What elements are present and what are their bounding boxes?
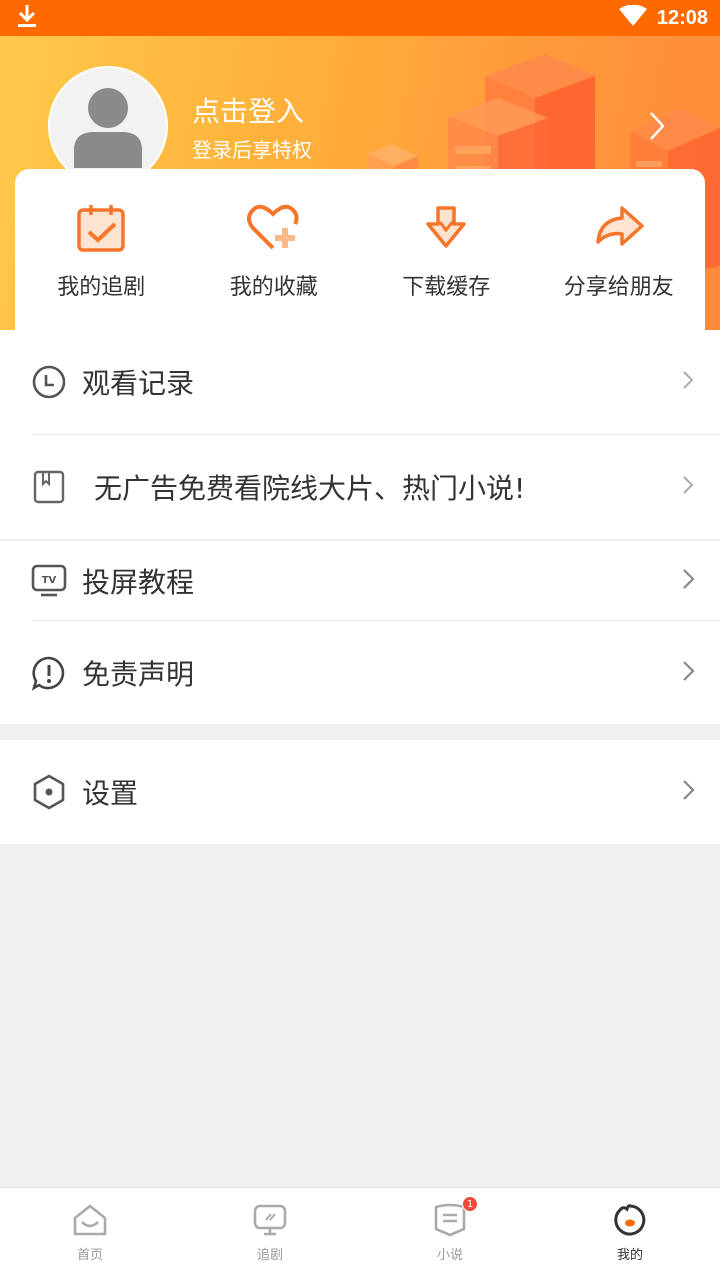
settings-hexagon-icon [30,773,68,811]
share-arrow-icon [592,201,646,255]
chevron-right-icon [682,370,694,394]
menu-item-history[interactable]: 观看记录 [0,330,720,434]
download-notification-icon [16,3,38,33]
user-silhouette-icon [74,88,142,168]
menu-group-settings: 设置 [0,740,720,844]
menu-item-promo[interactable]: 无广告免费看院线大片、热门小说! [0,435,720,539]
nav-label: 我的 [616,1248,643,1263]
quick-action-my-follows[interactable]: 我的追剧 [15,169,188,330]
quick-action-downloads[interactable]: 下载缓存 [360,169,533,330]
chevron-right-icon[interactable] [648,110,666,146]
status-time: 12:08 [656,6,708,29]
chevron-right-icon [682,779,696,805]
menu-label: 免责声明 [82,657,195,691]
home-icon [70,1200,110,1240]
menu-label: 无广告免费看院线大片、热门小说! [94,472,526,505]
chevron-right-icon [682,660,696,686]
nav-tab-follows[interactable]: 追剧 [180,1188,360,1280]
nav-label: 小说 [436,1248,463,1263]
quick-action-label: 我的追剧 [57,275,146,300]
calendar-check-icon [74,201,128,255]
avatar[interactable] [48,66,168,186]
nav-tab-home[interactable]: 首页 [0,1188,180,1280]
book-icon: 1 [430,1196,478,1240]
menu-label: 投屏教程 [82,565,195,599]
alert-bubble-icon [30,654,68,692]
menu-item-settings[interactable]: 设置 [0,740,720,844]
quick-actions-card: 我的追剧 我的收藏 下载缓存 分享给朋友 [15,169,705,330]
chevron-right-icon [682,475,694,499]
download-icon [419,201,473,255]
menu-group-main: 观看记录 无广告免费看院线大片、热门小说! TV 投屏教程 免责声明 [0,330,720,724]
menu-label: 观看记录 [82,367,195,400]
chevron-right-icon [682,568,696,594]
nav-label: 追剧 [256,1248,283,1263]
tv-icon: TV [30,562,68,600]
login-subtitle: 登录后享特权 [192,138,312,162]
quick-action-share[interactable]: 分享给朋友 [533,169,706,330]
book-icon [30,468,68,506]
login-title[interactable]: 点击登入 [192,90,304,130]
menu-label: 设置 [82,777,139,810]
wifi-icon [618,4,647,31]
nav-label: 首页 [76,1248,103,1263]
heart-plus-icon [246,201,301,255]
nav-tab-profile[interactable]: 我的 [540,1188,720,1280]
menu-item-disclaimer[interactable]: 免责声明 [0,621,720,724]
quick-action-label: 分享给朋友 [563,275,674,300]
menu-item-cast-tutorial[interactable]: TV 投屏教程 [0,541,720,620]
quick-action-label: 我的收藏 [229,275,318,300]
quick-action-label: 下载缓存 [402,275,491,300]
profile-icon [610,1200,650,1240]
clock-icon [30,363,68,401]
tv-icon [250,1200,290,1240]
notification-badge: 1 [462,1196,478,1212]
bottom-nav: 首页 追剧 1 小说 我的 [0,1187,720,1280]
nav-tab-novels[interactable]: 1 小说 [360,1188,540,1280]
quick-action-favorites[interactable]: 我的收藏 [188,169,361,330]
status-bar: 12:08 [0,0,720,36]
svg-text:TV: TV [42,575,57,586]
